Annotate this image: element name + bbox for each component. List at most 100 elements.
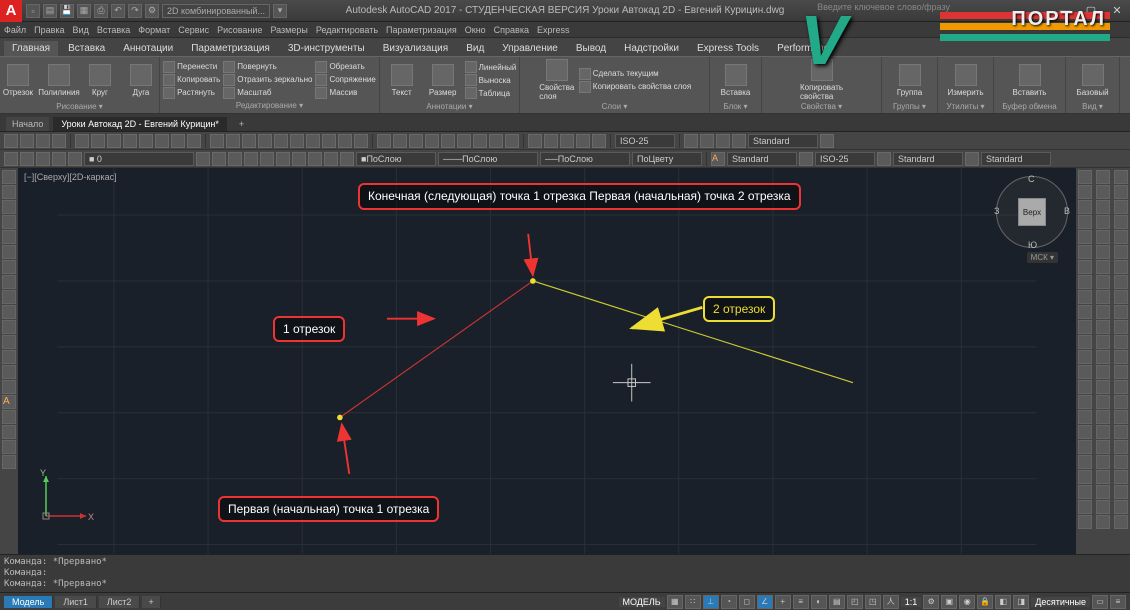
linetype-dropdown[interactable]: ─── ПоСлою (438, 152, 538, 166)
rtool-icon[interactable] (1096, 395, 1110, 409)
rtool-icon[interactable] (1114, 380, 1128, 394)
rtool-icon[interactable] (1114, 335, 1128, 349)
tb1-icon[interactable] (441, 134, 455, 148)
status-gear-icon[interactable]: ⚙ (923, 595, 939, 609)
tb1-icon[interactable] (107, 134, 121, 148)
rtool-icon[interactable] (1114, 290, 1128, 304)
status-snap-icon[interactable]: ∷ (685, 595, 701, 609)
rtool-icon[interactable] (1078, 455, 1092, 469)
rtool-icon[interactable] (1096, 500, 1110, 514)
qat-save-icon[interactable]: 💾 (60, 4, 74, 18)
tb1-icon[interactable] (187, 134, 201, 148)
status-3d-icon[interactable]: ◳ (865, 595, 881, 609)
linear-button[interactable]: Линейный (465, 61, 517, 73)
ribbon-tab-output[interactable]: Вывод (568, 41, 614, 56)
prop-icon[interactable] (292, 152, 306, 166)
tb1-icon[interactable] (20, 134, 34, 148)
tb1-icon[interactable] (171, 134, 185, 148)
status-clean-icon[interactable]: ▭ (1092, 595, 1108, 609)
tb1-icon[interactable] (306, 134, 320, 148)
lineweight-dropdown[interactable]: ── ПоСлою (540, 152, 630, 166)
menu-file[interactable]: Файл (4, 25, 26, 35)
tb1-icon[interactable] (210, 134, 224, 148)
tb1-icon[interactable] (716, 134, 730, 148)
tb1-icon[interactable] (91, 134, 105, 148)
minimize-button[interactable]: — (1052, 1, 1078, 21)
prop-icon[interactable] (228, 152, 242, 166)
tb1-icon[interactable] (123, 134, 137, 148)
rtool-icon[interactable] (1096, 215, 1110, 229)
ribbon-tab-addins[interactable]: Надстройки (616, 41, 687, 56)
vtool-icon[interactable] (2, 275, 16, 289)
matchprops-button[interactable]: Копировать свойства (803, 59, 841, 101)
rtool-icon[interactable] (1078, 500, 1092, 514)
rtool-icon[interactable] (1078, 290, 1092, 304)
color-dropdown[interactable]: ■ ПоСлою (356, 152, 436, 166)
ribbon-tab-express[interactable]: Express Tools (689, 41, 767, 56)
tb1-icon[interactable] (732, 134, 746, 148)
tb1-icon[interactable] (338, 134, 352, 148)
status-transp-icon[interactable]: ◐ (811, 595, 827, 609)
leader-button[interactable]: Выноска (465, 74, 517, 86)
layer-dropdown[interactable]: ■ 0 (84, 152, 194, 166)
status-grid-icon[interactable]: ▦ (667, 595, 683, 609)
prop-icon[interactable] (212, 152, 226, 166)
rtool-icon[interactable] (1096, 185, 1110, 199)
rtool-icon[interactable] (1096, 230, 1110, 244)
status-iso-icon[interactable]: ◧ (995, 595, 1011, 609)
ribbon-tab-visual[interactable]: Визуализация (375, 41, 456, 56)
rtool-icon[interactable] (1078, 275, 1092, 289)
prop-icon[interactable] (276, 152, 290, 166)
status-qp-icon[interactable]: ▤ (829, 595, 845, 609)
rtool-icon[interactable] (1096, 425, 1110, 439)
wcs-label[interactable]: МСК ▾ (1027, 252, 1058, 263)
vtool-icon[interactable] (2, 380, 16, 394)
model-tab[interactable]: Модель (4, 596, 53, 608)
status-model[interactable]: МОДЕЛЬ (619, 597, 665, 607)
rtool-icon[interactable] (1078, 170, 1092, 184)
panel-layers-label[interactable]: Слои ▾ (602, 101, 628, 112)
viewcube-face[interactable]: Верх (1018, 198, 1046, 226)
ribbon-tab-annot[interactable]: Аннотации (115, 41, 181, 56)
add-layout-button[interactable]: + (142, 596, 160, 608)
status-sel-icon[interactable]: ◰ (847, 595, 863, 609)
rtool-icon[interactable] (1078, 230, 1092, 244)
ribbon-tab-view[interactable]: Вид (458, 41, 492, 56)
viewport-label[interactable]: [−][Сверху][2D-каркас] (24, 172, 117, 182)
rtool-icon[interactable] (1096, 440, 1110, 454)
rtool-icon[interactable] (1096, 290, 1110, 304)
search-field[interactable]: Введите ключевое слово/фразу (817, 2, 950, 12)
menu-param[interactable]: Параметризация (386, 25, 457, 35)
tb1-icon[interactable] (274, 134, 288, 148)
menu-edit[interactable]: Правка (34, 25, 64, 35)
menu-insert[interactable]: Вставка (97, 25, 130, 35)
panel-view-label[interactable]: Вид ▾ (1082, 101, 1103, 112)
panel-annot-label[interactable]: Аннотации ▾ (426, 101, 472, 112)
layout-tab-2[interactable]: Лист2 (99, 596, 141, 608)
textstyle2-dropdown[interactable]: Standard (727, 152, 797, 166)
rtool-icon[interactable] (1114, 170, 1128, 184)
layout-tab-1[interactable]: Лист1 (55, 596, 97, 608)
ribbon-tab-manage[interactable]: Управление (494, 41, 566, 56)
rtool-icon[interactable] (1096, 320, 1110, 334)
rtool-icon[interactable] (1114, 470, 1128, 484)
copy-button[interactable]: Копировать (163, 74, 220, 86)
prop-icon[interactable] (244, 152, 258, 166)
vtool-icon[interactable] (2, 320, 16, 334)
rtool-icon[interactable] (1078, 515, 1092, 529)
prop-icon[interactable] (340, 152, 354, 166)
vtool-icon[interactable] (2, 425, 16, 439)
layerprops-button[interactable]: Свойства слоя (538, 59, 576, 101)
qat-plot-icon[interactable]: ⎙ (94, 4, 108, 18)
rtool-icon[interactable] (1114, 455, 1128, 469)
viewcube-w[interactable]: З (994, 206, 999, 216)
status-osnap-icon[interactable]: ◻ (739, 595, 755, 609)
tb1-icon[interactable] (457, 134, 471, 148)
prop-icon[interactable] (20, 152, 34, 166)
rtool-icon[interactable] (1078, 365, 1092, 379)
insert-button[interactable]: Вставка (717, 59, 755, 101)
status-dyn-icon[interactable]: + (775, 595, 791, 609)
polyline-button[interactable]: Полилиния (40, 59, 78, 101)
rtool-icon[interactable] (1096, 350, 1110, 364)
tb1-icon[interactable] (528, 134, 542, 148)
